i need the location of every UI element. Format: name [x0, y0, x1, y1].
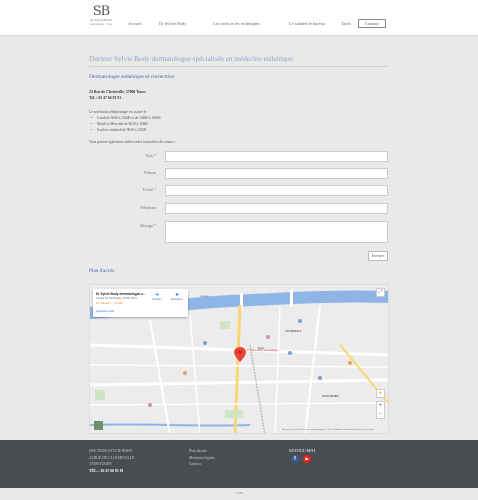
address-line: 24 Rue de Clocheville, 37000 Tours — [89, 90, 146, 94]
google-map[interactable]: La Loire CATHÉDRALE SAINT-PIERRE Tours D… — [89, 284, 389, 434]
poi-marker[interactable] — [183, 371, 187, 375]
section-subtitle: Dermatologie esthétique et correctrice — [89, 74, 175, 80]
save-label: Enregistrer — [171, 298, 183, 301]
page-title: Docteur Sylvie Body dermatologue spécial… — [89, 55, 293, 63]
secretariat-intro: Le secrétariat téléphonique est assuré l… — [89, 110, 149, 114]
bridge — [290, 289, 293, 307]
map-label-river: La Loire — [200, 295, 209, 298]
facebook-icon[interactable]: f — [291, 455, 299, 463]
map-infobox: Dr Sylvie Body dermatologue e... 24 Rue … — [93, 289, 188, 317]
directions-button[interactable]: ➔ Itinéraire — [149, 292, 165, 301]
map-attribution[interactable]: Raccourcis clavier Données cartographiqu… — [282, 429, 374, 431]
footer-contact: DOCTEUR SYLVIE BODY 24 RUE DE CLOCHEVILL… — [89, 448, 134, 474]
zoom-control: + − — [376, 401, 385, 419]
zoom-out-button[interactable]: − — [377, 410, 384, 418]
map-label-st-pierre: SAINT-PIERRE — [322, 395, 339, 398]
map-label-cathedrale: CATHÉDRALE — [285, 330, 302, 333]
phone-input[interactable] — [165, 203, 388, 214]
site-logo[interactable]: SB by Sylvie Body dermatologue · Tours — [86, 5, 116, 26]
nav-tarifs[interactable]: Tarifs — [341, 21, 351, 26]
save-place-button[interactable]: ★ Enregistrer — [169, 292, 185, 301]
place-name: Dr Sylvie Body dermatologue e... — [96, 292, 146, 296]
fullscreen-icon[interactable]: ⤢ — [376, 288, 385, 297]
satellite-toggle[interactable] — [94, 421, 103, 430]
nav-dr-sylvie-body[interactable]: Dr Sylvie Body — [159, 21, 187, 26]
phone-label: Téléphone — [139, 206, 156, 210]
message-label: Message * — [139, 224, 156, 228]
poi-marker[interactable] — [203, 341, 207, 345]
logo-monogram: SB — [92, 4, 110, 19]
submit-button[interactable]: Envoyer — [368, 251, 388, 261]
footer-name: DOCTEUR SYLVIE BODY — [89, 449, 133, 453]
map-label-pin: Dr Sylvie Body dermatologue — [247, 349, 278, 352]
form-intro: Vous pouvez également utiliser notre for… — [89, 140, 176, 144]
title-divider — [89, 66, 388, 67]
site-footer — [0, 440, 478, 488]
hours-item: Jeudi et vendredi de 9h30 à 12h00 — [91, 128, 146, 132]
firstname-label: Prénom — [144, 171, 156, 175]
map-title: Plan d'accès — [89, 268, 115, 274]
firstname-input[interactable] — [165, 168, 388, 179]
copyright-text: © 2021 — [234, 491, 244, 495]
nav-accueil[interactable]: Accueil — [128, 21, 142, 26]
poi-marker[interactable] — [298, 319, 302, 323]
name-input[interactable] — [165, 151, 388, 162]
site-header: SB by Sylvie Body dermatologue · Tours A… — [0, 0, 478, 36]
place-address: 24 Rue de Clocheville, 37000 Tours — [96, 297, 137, 300]
pin-dot — [238, 350, 242, 354]
footer-phone: TÉL. : 02 47 66 81 81 — [89, 468, 124, 473]
street-view-icon[interactable]: ● — [376, 389, 385, 398]
youtube-icon[interactable]: ▶ — [303, 455, 311, 463]
canal — [90, 423, 251, 427]
nav-cabinet[interactable]: Le cabinet/le bureau — [289, 21, 325, 26]
park — [225, 410, 243, 418]
logo-tagline: dermatologue · Tours — [89, 23, 113, 26]
place-rating[interactable]: 3,7 ★★★★☆ · 12 avis — [96, 302, 122, 305]
nav-contact[interactable]: Contact — [358, 19, 386, 28]
directions-label: Itinéraire — [152, 298, 162, 301]
poi-marker[interactable] — [348, 361, 352, 365]
footer-links: Plan du site Mentions légales Contact — [189, 448, 215, 468]
poi-marker[interactable] — [318, 376, 322, 380]
poi-marker[interactable] — [148, 403, 152, 407]
footer-link-contact[interactable]: Contact — [189, 461, 215, 468]
hours-item: Mardi et Mercredi de 9h30 à 18h00 — [91, 122, 148, 126]
name-label: Nom * — [145, 154, 156, 158]
social-title: SUIVEZ-MOI — [289, 449, 316, 453]
phone-line: Tél. : 02 47 66 81 81 — [89, 96, 122, 100]
hours-item: Lundi de 9h30 à 12h00 et de 14h00 à 18h0… — [91, 116, 160, 120]
poi-marker[interactable] — [288, 351, 292, 355]
nav-soins-techniques[interactable]: Les soins et les techniques — [213, 21, 260, 26]
park — [220, 321, 230, 329]
message-textarea[interactable] — [165, 221, 388, 243]
email-input[interactable] — [165, 185, 388, 196]
park — [95, 390, 105, 400]
zoom-in-button[interactable]: + — [377, 402, 384, 410]
enlarge-map-link[interactable]: Agrandir le plan — [96, 310, 114, 313]
email-label: E-mail * — [142, 188, 156, 192]
poi-marker[interactable] — [266, 335, 270, 339]
